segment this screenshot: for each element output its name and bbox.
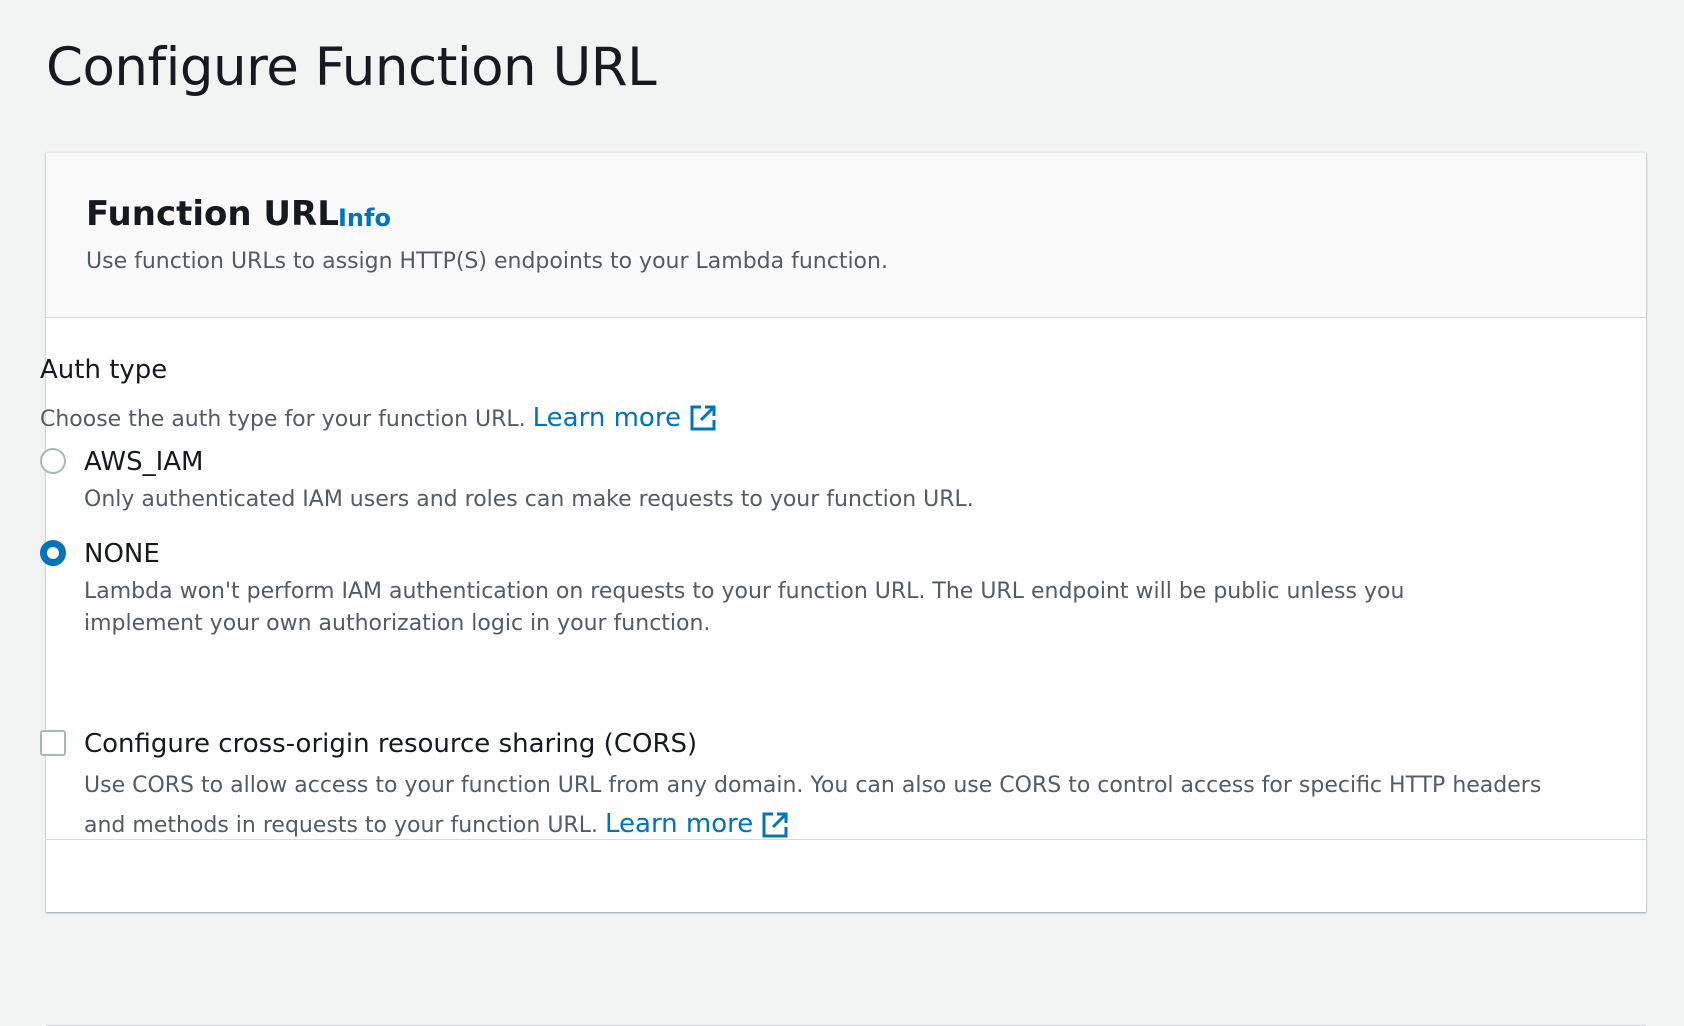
auth-type-learn-more-label: Learn more	[532, 403, 681, 433]
cors-checkbox-label[interactable]: Configure cross-origin resource sharing …	[84, 727, 697, 761]
none-radio-description: Lambda won't perform IAM authentication …	[84, 579, 1405, 636]
panel-title: Function URL	[86, 194, 339, 234]
page-title: Configure Function URL	[46, 37, 657, 98]
cors-learn-more-link[interactable]: Learn more	[605, 805, 789, 844]
cors-description: Use CORS to allow access to your functio…	[84, 766, 1564, 845]
external-link-icon	[690, 405, 716, 431]
auth-type-description: Choose the auth type for your function U…	[40, 402, 717, 436]
auth-type-learn-more-link[interactable]: Learn more	[533, 402, 717, 434]
info-link[interactable]: Info	[338, 203, 391, 233]
none-radio[interactable]	[40, 540, 66, 566]
panel-header: Function URL Info Use function URLs to a…	[46, 153, 1646, 318]
auth-type-label: Auth type	[40, 355, 168, 385]
aws-iam-radio[interactable]	[40, 448, 66, 474]
aws-iam-radio-description: Only authenticated IAM users and roles c…	[84, 487, 974, 512]
auth-type-description-text: Choose the auth type for your function U…	[40, 407, 526, 432]
cors-description-text: Use CORS to allow access to your functio…	[84, 773, 1542, 838]
cors-checkbox[interactable]	[40, 730, 66, 756]
none-radio-label[interactable]: NONE	[84, 537, 160, 571]
aws-iam-radio-label[interactable]: AWS_IAM	[84, 445, 203, 479]
external-link-icon	[762, 812, 788, 837]
panel-description: Use function URLs to assign HTTP(S) endp…	[86, 249, 888, 274]
cors-learn-more-label: Learn more	[604, 809, 754, 839]
